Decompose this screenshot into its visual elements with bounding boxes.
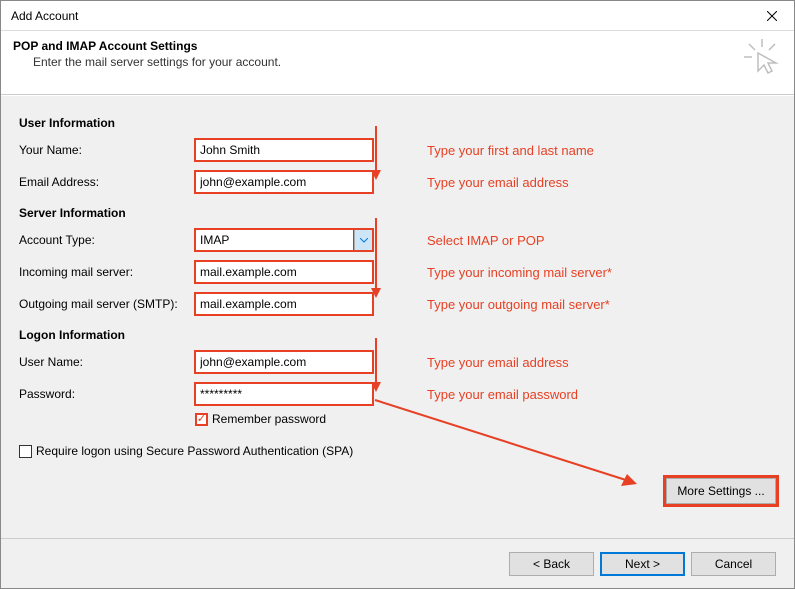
hint-your-name: Type your first and last name [427, 143, 594, 158]
spa-label: Require logon using Secure Password Auth… [36, 444, 353, 458]
back-button-label: < Back [533, 557, 570, 571]
section-server-info: Server Information [19, 206, 776, 220]
label-user-name: User Name: [19, 355, 195, 369]
dialog-body: User Information Your Name: Type your fi… [1, 96, 794, 538]
cursor-icon [742, 37, 782, 80]
label-account-type: Account Type: [19, 233, 195, 247]
section-logon-info: Logon Information [19, 328, 776, 342]
close-button[interactable] [749, 1, 794, 31]
dropdown-button[interactable] [354, 230, 372, 250]
header-title: POP and IMAP Account Settings [13, 35, 782, 53]
hint-outgoing: Type your outgoing mail server* [427, 297, 610, 312]
spa-checkbox[interactable] [19, 445, 32, 458]
incoming-server-input[interactable] [195, 261, 373, 283]
more-settings-button[interactable]: More Settings ... [666, 478, 776, 504]
add-account-dialog: Add Account POP and IMAP Account Setting… [0, 0, 795, 589]
remember-password-checkbox[interactable] [195, 413, 208, 426]
label-password: Password: [19, 387, 195, 401]
section-user-info: User Information [19, 116, 776, 130]
back-button[interactable]: < Back [509, 552, 594, 576]
password-input[interactable] [195, 383, 373, 405]
account-type-value: IMAP [196, 233, 354, 247]
label-email: Email Address: [19, 175, 195, 189]
your-name-input[interactable] [195, 139, 373, 161]
hint-password: Type your email password [427, 387, 578, 402]
label-outgoing: Outgoing mail server (SMTP): [19, 297, 195, 311]
account-type-dropdown[interactable]: IMAP [195, 229, 373, 251]
remember-password-label: Remember password [212, 412, 326, 426]
label-your-name: Your Name: [19, 143, 195, 157]
dialog-header: POP and IMAP Account Settings Enter the … [1, 31, 794, 95]
email-input[interactable] [195, 171, 373, 193]
next-button-label: Next > [625, 557, 660, 571]
user-name-input[interactable] [195, 351, 373, 373]
next-button[interactable]: Next > [600, 552, 685, 576]
hint-account-type: Select IMAP or POP [427, 233, 545, 248]
window-title: Add Account [11, 9, 78, 23]
hint-email: Type your email address [427, 175, 569, 190]
close-icon [767, 11, 777, 21]
hint-incoming: Type your incoming mail server* [427, 265, 612, 280]
outgoing-server-input[interactable] [195, 293, 373, 315]
chevron-down-icon [360, 238, 368, 243]
cancel-button-label: Cancel [715, 557, 752, 571]
more-settings-label: More Settings ... [677, 484, 764, 498]
label-incoming: Incoming mail server: [19, 265, 195, 279]
hint-user-name: Type your email address [427, 355, 569, 370]
header-subtitle: Enter the mail server settings for your … [13, 53, 782, 69]
dialog-footer: < Back Next > Cancel [1, 538, 794, 588]
titlebar: Add Account [1, 1, 794, 31]
cancel-button[interactable]: Cancel [691, 552, 776, 576]
